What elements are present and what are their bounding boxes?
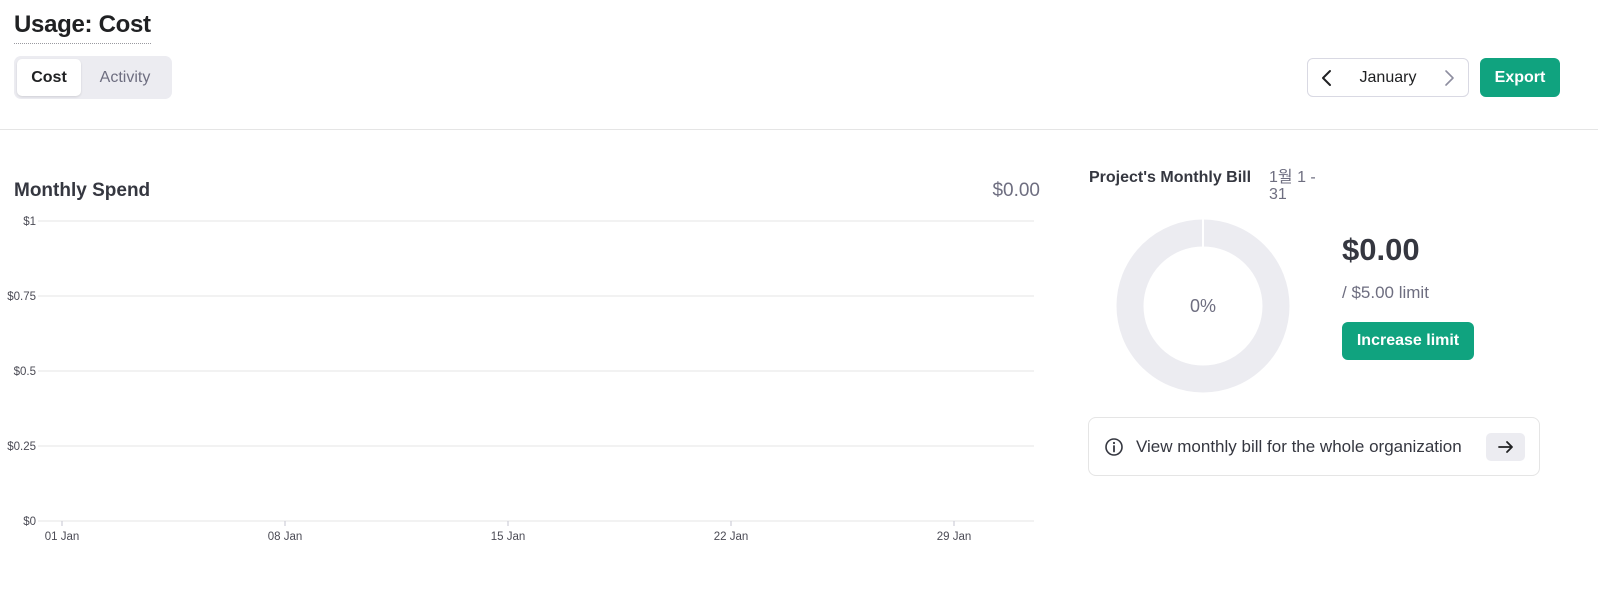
view-tabs: Cost Activity bbox=[14, 56, 172, 99]
info-icon bbox=[1104, 437, 1124, 457]
org-bill-link-text: View monthly bill for the whole organiza… bbox=[1136, 436, 1462, 456]
arrow-right-icon[interactable] bbox=[1486, 432, 1525, 461]
org-bill-link[interactable]: View monthly bill for the whole organiza… bbox=[1088, 417, 1540, 476]
x-tick-label: 08 Jan bbox=[268, 531, 303, 543]
month-label: January bbox=[1359, 68, 1417, 86]
tab-cost[interactable]: Cost bbox=[17, 59, 81, 96]
month-picker: January bbox=[1307, 58, 1469, 97]
export-button[interactable]: Export bbox=[1480, 58, 1560, 97]
monthly-bill-range: 1월 1 - 31 bbox=[1269, 169, 1316, 203]
bill-amount: $0.00 bbox=[1342, 232, 1420, 267]
x-tick-label: 15 Jan bbox=[491, 531, 526, 543]
monthly-spend-total: $0.00 bbox=[992, 180, 1040, 201]
y-tick-label: $0.75 bbox=[7, 291, 36, 303]
y-tick-label: $0 bbox=[23, 516, 36, 528]
tab-activity[interactable]: Activity bbox=[81, 59, 169, 96]
monthly-bill-title: Project's Monthly Bill bbox=[1089, 169, 1252, 186]
monthly-spend-chart: $1 $0.75 $0.5 $0.25 $0 01 Jan 08 Jan 15 Jan 22 J… bbox=[7, 216, 1034, 543]
bill-limit: / $5.00 limit bbox=[1342, 283, 1429, 302]
y-tick-label: $0.25 bbox=[7, 441, 36, 453]
monthly-spend-title: Monthly Spend bbox=[14, 180, 151, 201]
y-tick-label: $1 bbox=[23, 216, 36, 228]
x-tick-label: 01 Jan bbox=[45, 531, 80, 543]
header-divider bbox=[0, 129, 1598, 130]
y-tick-label: $0.5 bbox=[14, 366, 36, 378]
increase-limit-button[interactable]: Increase limit bbox=[1342, 322, 1474, 360]
x-tick-label: 22 Jan bbox=[714, 531, 749, 543]
page-title: Usage: Cost bbox=[14, 10, 151, 44]
donut-percent-label: 0% bbox=[1190, 296, 1216, 316]
bill-usage-donut: 0% bbox=[1116, 219, 1290, 393]
chevron-right-icon[interactable] bbox=[1438, 67, 1460, 89]
chevron-left-icon[interactable] bbox=[1316, 67, 1338, 89]
x-tick-label: 29 Jan bbox=[937, 531, 972, 543]
